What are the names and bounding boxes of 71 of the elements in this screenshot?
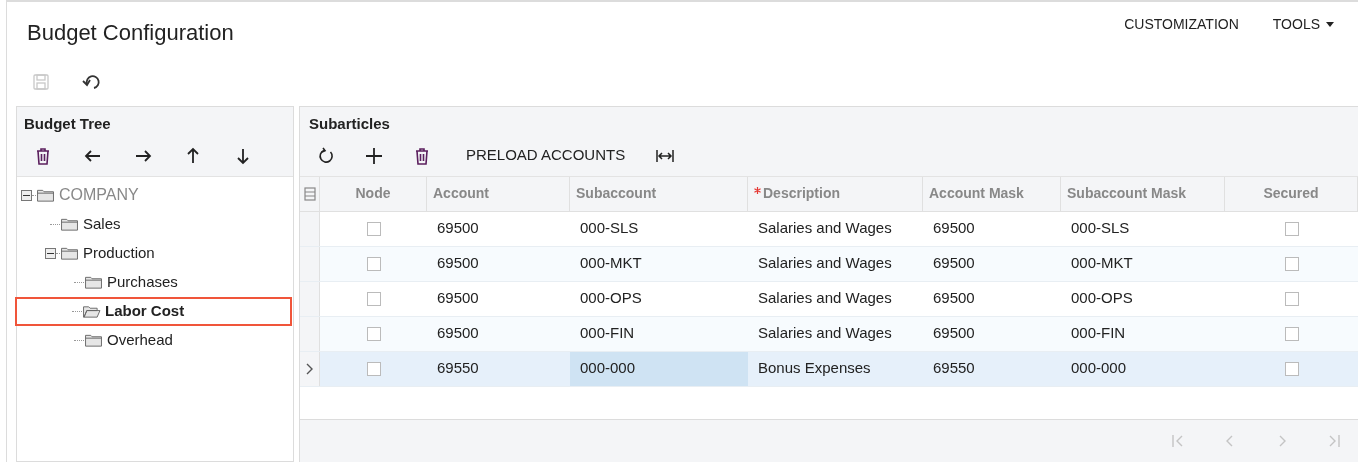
tree-item[interactable]: Production <box>83 241 155 265</box>
folder-icon <box>36 187 55 203</box>
table-row[interactable]: 69500 000-MKT Salaries and Wages 69500 000-MKT <box>300 246 1358 282</box>
checkbox[interactable] <box>1284 326 1299 341</box>
table-cell-text: 69550 <box>436 358 480 379</box>
preload-accounts-button[interactable]: PRELOAD ACCOUNTS <box>466 144 626 167</box>
checkbox[interactable] <box>366 326 381 341</box>
column-settings-icon[interactable] <box>303 186 316 201</box>
row-selector[interactable] <box>300 211 320 246</box>
folder-icon <box>84 332 103 348</box>
table-cell-text: 000-SLS <box>579 218 640 239</box>
table-row[interactable]: 69500 000-SLS Salaries and Wages 69500 000-SLS <box>300 211 1358 247</box>
checkbox[interactable] <box>1284 291 1299 306</box>
tools-menu[interactable]: TOOLS <box>1272 14 1334 35</box>
panel-title: Subarticles <box>309 114 390 134</box>
selected-row[interactable]: 69550 000-000 Bonus Expenses 69550 000-000 <box>300 351 1358 387</box>
table-cell-text: 000-SLS <box>1070 218 1131 239</box>
table-cell-text: 69500 <box>436 323 480 344</box>
table-cell-text: Bonus Expenses <box>757 358 872 379</box>
open-folder-icon <box>82 303 101 319</box>
panel-title: Budget Tree <box>24 114 111 134</box>
tree-item[interactable]: Overhead <box>107 328 173 352</box>
collapse-toggle[interactable] <box>21 189 32 201</box>
table-row[interactable]: 69500 000-FIN Salaries and Wages 69500 000-FIN <box>300 316 1358 352</box>
table-cell-text: 69500 <box>932 218 976 239</box>
table-cell-text: 000-MKT <box>1070 253 1134 274</box>
table-cell-text: 69500 <box>436 218 480 239</box>
checkbox[interactable] <box>366 221 381 236</box>
row-selector[interactable] <box>300 316 320 351</box>
table-cell-text: 69500 <box>932 323 976 344</box>
tree-item[interactable]: Purchases <box>107 270 178 294</box>
row-selector[interactable] <box>300 246 320 281</box>
table-cell-text: 69500 <box>932 253 976 274</box>
checkbox[interactable] <box>1284 361 1299 376</box>
table-cell-text: 69550 <box>932 358 976 379</box>
row-selector[interactable] <box>300 281 320 316</box>
customization-link[interactable]: CUSTOMIZATION <box>1124 14 1239 35</box>
table-cell-text: 000-OPS <box>1070 288 1134 309</box>
row-selector[interactable] <box>300 351 320 386</box>
checkbox[interactable] <box>366 291 381 306</box>
current-row-icon <box>305 362 314 375</box>
table-cell-text: 000-000 <box>1070 358 1128 379</box>
table-row[interactable]: 69500 000-OPS Salaries and Wages 69500 000-OPS <box>300 281 1358 317</box>
table-cell-text: 69500 <box>932 288 976 309</box>
checkbox[interactable] <box>366 256 381 271</box>
folder-icon <box>60 245 79 261</box>
table-cell-text: Salaries and Wages <box>757 288 893 309</box>
folder-icon <box>60 216 79 232</box>
checkbox[interactable] <box>1284 256 1299 271</box>
table-cell-text: Salaries and Wages <box>757 218 893 239</box>
folder-icon <box>84 274 103 290</box>
table-cell-text: 69500 <box>436 253 480 274</box>
table-cell-text: 69500 <box>436 288 480 309</box>
add-icon[interactable] <box>364 145 384 166</box>
tree-item-selected[interactable]: Labor Cost <box>15 296 292 326</box>
tree-item[interactable]: Sales <box>83 212 121 236</box>
page-title: Budget Configuration <box>27 19 234 47</box>
table-cell-text: 000-FIN <box>579 323 636 344</box>
collapse-toggle[interactable] <box>45 247 56 259</box>
checkbox[interactable] <box>366 361 381 376</box>
tree-item[interactable]: COMPANY <box>59 183 139 207</box>
caret-icon <box>1326 22 1334 27</box>
table-cell-text: Salaries and Wages <box>757 253 893 274</box>
table-cell[interactable]: 000-000 <box>570 351 748 386</box>
table-cell-text: 000-MKT <box>579 253 643 274</box>
undo-icon[interactable] <box>81 72 101 92</box>
table-cell-text: 000-FIN <box>1070 323 1127 344</box>
table-cell-text: Salaries and Wages <box>757 323 893 344</box>
refresh-icon[interactable] <box>316 145 336 166</box>
checkbox[interactable] <box>1284 221 1299 236</box>
table-cell-text: 000-OPS <box>579 288 643 309</box>
